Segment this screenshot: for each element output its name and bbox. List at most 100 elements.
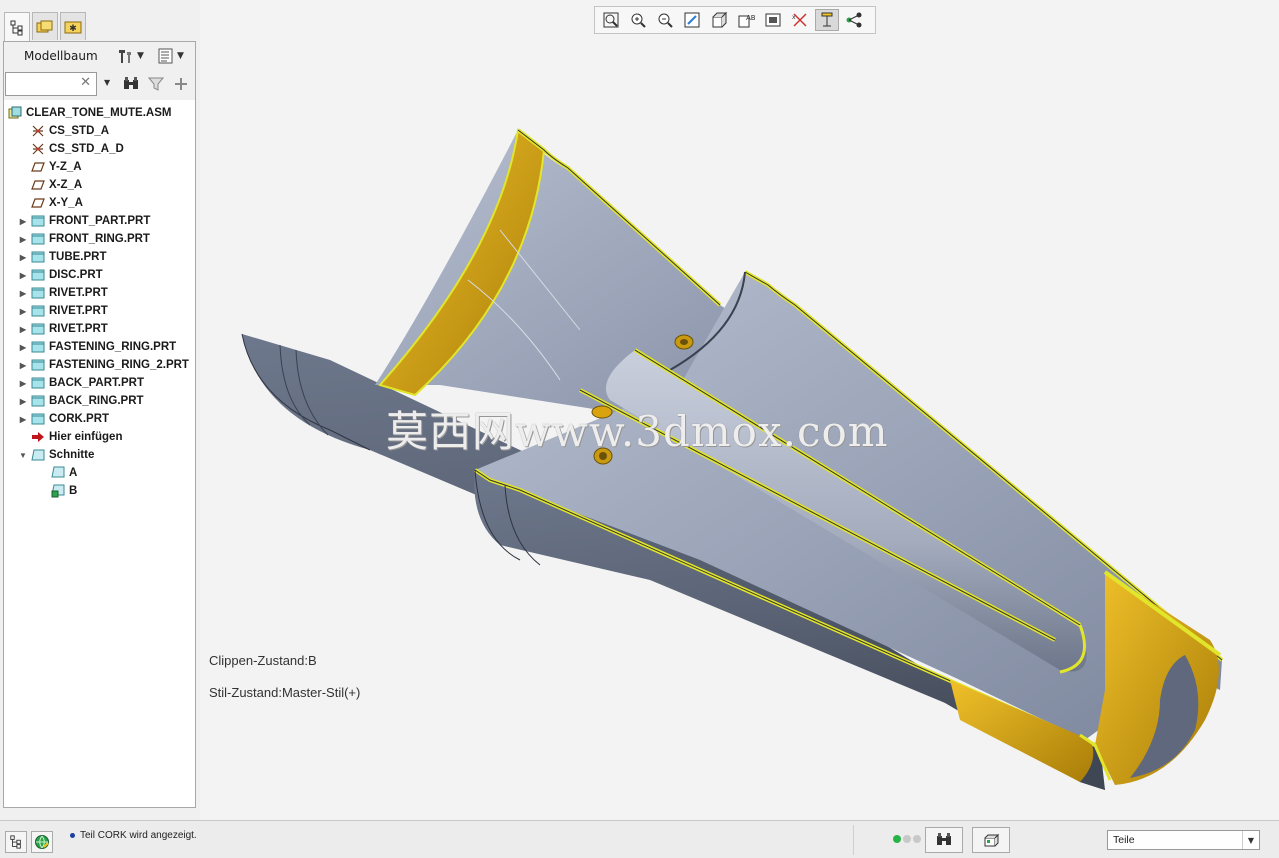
tree-item-cs-std-a-0[interactable]: CS_STD_A	[18, 122, 109, 140]
tree-item-schnitte-18[interactable]: ▼ Schnitte	[18, 446, 94, 464]
box-selection-icon	[984, 833, 1000, 847]
settings-dropdown-button[interactable]: ▼	[116, 46, 144, 66]
datum-plane-icon	[31, 196, 45, 210]
expand-arrow-icon[interactable]: ▶	[18, 270, 28, 280]
expand-arrow-icon[interactable]: ▶	[18, 306, 28, 316]
tree-item-label: BACK_RING.PRT	[49, 395, 144, 407]
repaint-icon	[684, 12, 700, 28]
tree-item-disc-prt-8[interactable]: ▶ DISC.PRT	[18, 266, 103, 284]
part-icon	[31, 286, 45, 300]
svg-text:AB: AB	[746, 14, 755, 22]
expand-arrow-icon[interactable]: ▶	[18, 324, 28, 334]
show-dropdown-button[interactable]: ▼	[158, 46, 184, 66]
tree-item-front-part-prt-5[interactable]: ▶ FRONT_PART.PRT	[18, 212, 150, 230]
expand-arrow-icon[interactable]: ▶	[18, 288, 28, 298]
tree-search-bar: ✕ ▼	[4, 70, 195, 100]
display-style-button[interactable]	[707, 9, 731, 31]
spin-center-icon	[846, 12, 862, 28]
tree-item-cork-prt-16[interactable]: ▶ CORK.PRT	[18, 410, 109, 428]
part-icon	[31, 412, 45, 426]
zoom-in-button[interactable]	[626, 9, 650, 31]
status-message: Teil CORK wird angezeigt.	[80, 830, 197, 841]
tree-item-x-z-a-3[interactable]: X-Z_A	[18, 176, 82, 194]
expand-arrow-icon[interactable]: ▶	[18, 234, 28, 244]
tree-settings-icon	[119, 50, 131, 63]
part-icon	[31, 322, 45, 336]
expand-arrow-icon[interactable]: ▶	[18, 396, 28, 406]
assembly-icon	[8, 106, 22, 120]
view-manager-icon	[765, 13, 781, 27]
favorites-tab-icon[interactable]: ✱	[60, 12, 86, 40]
regeneration-status-icon	[893, 835, 923, 843]
expand-arrow-icon[interactable]: ▶	[18, 414, 28, 424]
spin-center-button[interactable]	[842, 9, 866, 31]
expand-arrow-icon[interactable]: ▶	[18, 360, 28, 370]
expand-arrow-icon[interactable]: ▶	[18, 252, 28, 262]
tree-item-label: B	[69, 485, 78, 497]
selection-filter-select[interactable]: Teile ▼	[1107, 830, 1260, 850]
graphics-viewport[interactable]: AB x Clippen-Zustand:B Stil-Zustand:Maste…	[200, 0, 1279, 820]
tree-item-b-20[interactable]: B	[38, 482, 77, 500]
tree-item-hier-einf-gen-17[interactable]: Hier einfügen	[18, 428, 122, 446]
tree-item-label: FRONT_PART.PRT	[49, 215, 151, 227]
tree-item-rivet-prt-9[interactable]: ▶ RIVET.PRT	[18, 284, 108, 302]
annotation-display-icon	[821, 12, 833, 27]
repaint-button[interactable]	[680, 9, 704, 31]
tree-item-root-assembly[interactable]: CLEAR_TONE_MUTE.ASM	[0, 104, 171, 122]
tree-item-cs-std-a-d-1[interactable]: CS_STD_A_D	[18, 140, 124, 158]
zoom-out-button[interactable]	[653, 9, 677, 31]
part-icon	[31, 304, 45, 318]
tree-item-y-z-a-2[interactable]: Y-Z_A	[18, 158, 82, 176]
view-manager-button[interactable]	[761, 9, 785, 31]
find-binoculars-icon	[937, 833, 951, 845]
status-divider	[853, 825, 854, 855]
annotation-display-button[interactable]	[815, 9, 839, 31]
filter-icon[interactable]	[148, 76, 164, 92]
insert-here-arrow-icon	[31, 430, 45, 444]
clear-search-icon[interactable]: ✕	[80, 75, 91, 90]
tree-item-rivet-prt-10[interactable]: ▶ RIVET.PRT	[18, 302, 108, 320]
tree-item-fastening-ring-2-prt-13[interactable]: ▶ FASTENING_RING_2.PRT	[18, 356, 189, 374]
collapse-arrow-icon[interactable]: ▼	[18, 450, 28, 460]
find-button[interactable]	[925, 827, 963, 853]
tree-item-x-y-a-4[interactable]: X-Y_A	[18, 194, 83, 212]
model-tree-toggle-icon[interactable]	[5, 831, 27, 853]
part-icon	[31, 268, 45, 282]
model-tree-tab-icon[interactable]	[4, 12, 30, 42]
refit-button[interactable]	[599, 9, 623, 31]
tree-item-tube-prt-7[interactable]: ▶ TUBE.PRT	[18, 248, 107, 266]
part-icon	[31, 214, 45, 228]
browser-toggle-icon[interactable]	[31, 831, 53, 853]
find-binoculars-icon[interactable]	[122, 76, 140, 92]
refit-icon	[603, 12, 619, 28]
search-history-chevron-icon[interactable]: ▼	[104, 78, 110, 87]
expand-arrow-icon[interactable]: ▶	[18, 342, 28, 352]
expand-arrow-icon[interactable]: ▶	[18, 378, 28, 388]
selection-box-button[interactable]	[972, 827, 1010, 853]
sections-folder-icon	[31, 448, 45, 462]
tree-item-back-part-prt-14[interactable]: ▶ BACK_PART.PRT	[18, 374, 144, 392]
tree-item-back-ring-prt-15[interactable]: ▶ BACK_RING.PRT	[18, 392, 144, 410]
tree-item-label: FRONT_RING.PRT	[49, 233, 150, 245]
svg-text:x: x	[792, 14, 796, 21]
watermark-text: 莫西网www.3dmox.com	[386, 407, 889, 456]
folder-browser-tab-icon[interactable]	[32, 12, 58, 40]
datum-display-button[interactable]: x	[788, 9, 812, 31]
saved-orientations-button[interactable]: AB	[734, 9, 758, 31]
model-tree-panel: Modellbaum ▼ ▼ ✕ ▼ CLEAR_TONE_MUTE.ASM CS…	[3, 41, 196, 808]
expand-arrow-icon[interactable]: ▶	[18, 216, 28, 226]
tree-item-label: CLEAR_TONE_MUTE.ASM	[26, 107, 172, 119]
zoom-out-icon	[658, 13, 673, 28]
section-icon	[51, 466, 65, 480]
tree-item-front-ring-prt-6[interactable]: ▶ FRONT_RING.PRT	[18, 230, 150, 248]
tree-item-rivet-prt-11[interactable]: ▶ RIVET.PRT	[18, 320, 108, 338]
search-input[interactable]: ✕	[5, 72, 97, 96]
add-icon[interactable]	[174, 77, 188, 91]
tree-item-label: Schnitte	[49, 449, 95, 461]
tree-item-a-19[interactable]: A	[38, 464, 77, 482]
show-columns-icon	[158, 48, 173, 64]
tree-item-fastening-ring-prt-12[interactable]: ▶ FASTENING_RING.PRT	[18, 338, 176, 356]
